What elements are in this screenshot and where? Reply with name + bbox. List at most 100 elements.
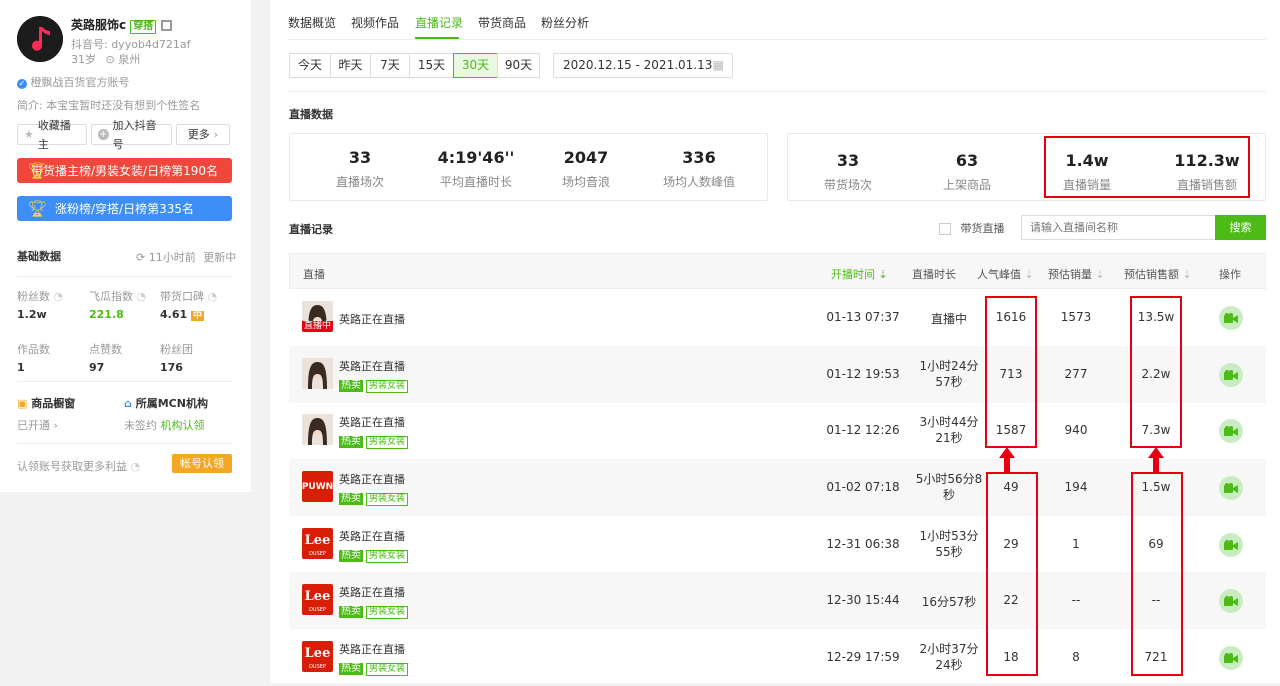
video-camera-icon[interactable] xyxy=(1219,589,1243,613)
rank-fans-label: 涨粉榜/穿搭/日榜第335名 xyxy=(55,202,194,216)
main-panel: 数据概览 视频作品 直播记录 带货商品 粉丝分析 今天 昨天 7天 15天 30… xyxy=(270,0,1280,683)
range-yesterday[interactable]: 昨天 xyxy=(330,53,371,78)
table-row[interactable]: 直播中 英路正在直播 01-13 07:37 直播中 1616 1573 13.5w xyxy=(289,289,1266,346)
live-title[interactable]: 英路正在直播 xyxy=(339,414,408,430)
claim-account-button[interactable]: 帐号认领 xyxy=(172,454,232,473)
sales-cell: 940 xyxy=(1064,423,1088,437)
video-camera-icon[interactable] xyxy=(1219,363,1243,387)
tab-products[interactable]: 带货商品 xyxy=(478,14,526,31)
duration-cell: 直播中 xyxy=(930,312,967,326)
video-camera-icon[interactable] xyxy=(1219,306,1243,330)
duration-cell: 16分57秒 xyxy=(921,595,977,609)
trophy-icon: 🏆︎ xyxy=(27,161,48,180)
live-search-input[interactable] xyxy=(1021,215,1216,240)
hot-tag: 热卖 xyxy=(339,550,363,562)
brand-logo-text: Lee xyxy=(304,533,331,548)
stat-value: 1 xyxy=(17,361,25,374)
search-button[interactable]: 搜索 xyxy=(1215,215,1266,240)
douyin-id: 抖音号: dyyob4d721af xyxy=(71,38,191,51)
stat-reputation: 带货口碑 ◔ 4.61 中 xyxy=(160,288,217,321)
range-30d[interactable]: 30天 xyxy=(453,53,498,78)
tab-videos[interactable]: 视频作品 xyxy=(351,14,399,31)
info-icon[interactable]: ◔ xyxy=(208,290,218,303)
video-camera-icon[interactable] xyxy=(1219,476,1243,500)
brand-logo[interactable]: PUWN xyxy=(302,471,333,502)
live-title[interactable]: 英路正在直播 xyxy=(339,311,405,327)
hot-tag: 热卖 xyxy=(339,380,363,392)
brand-logo-subtext: DUSEP xyxy=(309,664,326,670)
mcn-claim-link[interactable]: 机构认领 xyxy=(161,419,205,432)
avatar[interactable] xyxy=(17,16,63,62)
brand-logo[interactable]: Lee DUSEP xyxy=(302,584,333,615)
col-revenue[interactable]: 预估销售额 ⇣ xyxy=(1124,266,1192,282)
table-row[interactable]: Lee DUSEP 英路正在直播 热卖 男装女装 12-30 15:44 16分57秒 22-… xyxy=(289,572,1266,629)
range-15d[interactable]: 15天 xyxy=(409,53,454,78)
info-icon[interactable]: ◔ xyxy=(54,290,64,303)
hot-tag: 热卖 xyxy=(339,663,363,675)
more-label: 更多 xyxy=(187,128,210,141)
brand-logo-text: PUWN xyxy=(302,481,333,492)
more-button[interactable]: 更多 › xyxy=(176,124,230,145)
duration-cell: 2小时37分 24秒 xyxy=(919,642,979,672)
live-data-title: 直播数据 xyxy=(289,108,333,121)
host-thumbnail[interactable]: 直播中 xyxy=(302,301,333,332)
rank-fans-button[interactable]: 🏆︎ 涨粉榜/穿搭/日榜第335名 xyxy=(17,196,232,221)
tab-live-records[interactable]: 直播记录 xyxy=(415,14,463,31)
brand-logo-text: Lee xyxy=(304,589,331,604)
live-badge: 直播中 xyxy=(302,321,333,332)
live-title[interactable]: 英路正在直播 xyxy=(339,528,408,544)
range-today[interactable]: 今天 xyxy=(289,53,331,78)
duration-cell: 3小时44分 21秒 xyxy=(919,415,979,445)
refresh-icon[interactable]: ⟳ xyxy=(136,251,145,264)
video-camera-icon[interactable] xyxy=(1219,533,1243,557)
stat-label: 带货口碑 xyxy=(160,290,204,303)
location-pin-icon: ⊙ xyxy=(105,53,115,66)
video-camera-icon[interactable] xyxy=(1219,646,1243,670)
start-time-cell: 01-12 12:26 xyxy=(826,423,900,437)
category-tag: 男装女装 xyxy=(366,550,409,563)
col-peak[interactable]: 人气峰值 ⇣ xyxy=(977,266,1034,282)
live-title[interactable]: 英路正在直播 xyxy=(339,471,408,487)
rank-sales-button[interactable]: 🏆︎ 带货播主榜/男装女装/日榜第190名 xyxy=(17,158,232,183)
live-title[interactable]: 英路正在直播 xyxy=(339,641,408,657)
col-sales[interactable]: 预估销量 ⇣ xyxy=(1048,266,1105,282)
live-title[interactable]: 英路正在直播 xyxy=(339,358,408,374)
live-title[interactable]: 英路正在直播 xyxy=(339,584,408,600)
video-camera-icon[interactable] xyxy=(1219,419,1243,443)
start-time-cell: 01-12 19:53 xyxy=(826,367,900,381)
brand-logo[interactable]: Lee DUSEP xyxy=(302,641,333,672)
table-row[interactable]: Lee DUSEP 英路正在直播 热卖 男装女装 12-29 17:59 2小时37分 24秒… xyxy=(289,629,1266,686)
brand-logo-subtext: DUSEP xyxy=(309,607,326,613)
music-note-icon xyxy=(17,16,63,62)
sales-live-checkbox[interactable] xyxy=(939,223,951,235)
profile-name: 英路服饰c xyxy=(71,18,127,32)
info-icon[interactable]: ◔ xyxy=(131,460,141,473)
tab-overview[interactable]: 数据概览 xyxy=(288,14,336,31)
table-row[interactable]: 英路正在直播 热卖 男装女装 01-12 19:53 1小时24分 57秒 713 277 2.… xyxy=(289,346,1266,403)
arrow-up-icon xyxy=(999,447,1015,473)
shop-status-link[interactable]: 已开通 › xyxy=(17,417,58,433)
col-start-time[interactable]: 开播时间 ⇣ xyxy=(831,266,888,282)
highlight-box xyxy=(1044,136,1250,198)
range-90d[interactable]: 90天 xyxy=(497,53,540,78)
tab-fans[interactable]: 粉丝分析 xyxy=(541,14,589,31)
range-7d[interactable]: 7天 xyxy=(370,53,410,78)
start-time-cell: 12-29 17:59 xyxy=(826,650,900,664)
table-row[interactable]: 英路正在直播 热卖 男装女装 01-12 12:26 3小时44分 21秒 1587 940 7… xyxy=(289,402,1266,459)
profile-location: 泉州 xyxy=(118,53,141,66)
host-thumbnail[interactable] xyxy=(302,358,333,389)
profile-age: 31岁 xyxy=(71,53,96,66)
brand-logo[interactable]: Lee DUSEP xyxy=(302,528,333,559)
highlight-peak-top xyxy=(985,296,1037,448)
favorite-button[interactable]: ★ 收藏播主 xyxy=(17,119,87,151)
qr-icon[interactable] xyxy=(160,20,172,31)
info-icon[interactable]: ◔ xyxy=(137,290,147,303)
add-account-button[interactable]: + 加入抖音号 xyxy=(91,119,172,151)
duration-cell: 1小时24分 57秒 xyxy=(919,359,979,389)
table-row[interactable]: PUWN 英路正在直播 热卖 男装女装 01-02 07:18 5小时56分8 秒 49 194… xyxy=(289,459,1266,516)
table-row[interactable]: Lee DUSEP 英路正在直播 热卖 男装女装 12-31 06:38 1小时53分 55秒… xyxy=(289,516,1266,573)
host-thumbnail[interactable] xyxy=(302,414,333,445)
stat-sales-lives: 33 带货场次 xyxy=(823,151,872,192)
hot-tag: 热卖 xyxy=(339,606,363,618)
date-range-picker[interactable]: 2020.12.15 - 2021.01.13 ▦ xyxy=(553,53,733,78)
